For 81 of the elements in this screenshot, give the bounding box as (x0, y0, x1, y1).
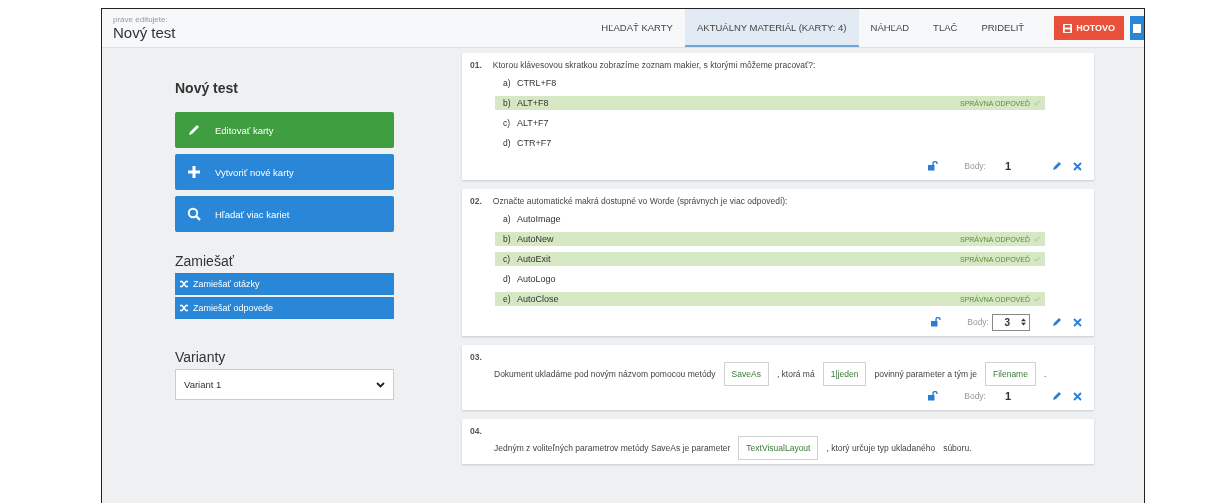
close-icon[interactable] (1073, 161, 1082, 171)
points-input[interactable]: 3 (992, 313, 1030, 331)
nav-tab[interactable]: TLAČ (921, 9, 970, 47)
option-text: AutoNew (517, 234, 555, 244)
action-button[interactable]: Editovať karty (175, 112, 394, 148)
option-text: CTRL+F8 (517, 78, 558, 88)
points-value: 1 (1003, 160, 1013, 172)
option-text: AutoClose (517, 294, 560, 304)
sentence-text: Jedným z voliteľných parametrov metódy SaveAs je parameter (494, 443, 731, 453)
nav-tab[interactable]: NÁHĽAD (858, 9, 922, 47)
option-letter: b) (503, 98, 512, 108)
question-text: Označte automatické makrá dostupné vo Worde (správnych je viac odpovedí): (492, 196, 788, 206)
unlock-icon[interactable] (931, 317, 942, 327)
option-text: AutoLogo (517, 274, 557, 284)
sentence-text: . (1043, 369, 1047, 379)
sentence-text: súboru. (943, 443, 972, 453)
variant-select[interactable]: Variant 1 (175, 369, 394, 400)
option-text: CTR+F7 (517, 138, 553, 148)
question-number: 01. (470, 60, 482, 70)
option-text: ALT+F7 (517, 118, 550, 128)
option-letter: e) (503, 294, 512, 304)
test-title: Nový test (113, 24, 177, 41)
points-label: Body: (967, 317, 989, 327)
unlock-icon[interactable] (928, 161, 939, 171)
chevron-down-icon (376, 381, 385, 388)
close-icon[interactable] (1073, 391, 1082, 401)
check-icon (1034, 100, 1040, 106)
sidebar-title: Nový test (175, 80, 240, 96)
shuffle-icon (180, 304, 189, 312)
answer-field[interactable]: TextVisualLayout (738, 436, 819, 460)
shuffle-button[interactable]: Zamiešať odpovede (175, 297, 394, 319)
question-number: 02. (470, 196, 482, 206)
shuffle-icon (180, 280, 189, 288)
sentence-text: , ktorá má (776, 369, 815, 379)
nav-tab[interactable]: HĽADAŤ KARTY (589, 9, 685, 47)
extra-button[interactable] (1130, 16, 1144, 40)
pencil-icon (187, 123, 201, 137)
option-text: ALT+F8 (517, 98, 550, 108)
spinner-arrows-icon[interactable] (1021, 318, 1026, 326)
pencil-icon[interactable] (1052, 161, 1062, 171)
option-letter: c) (503, 118, 512, 128)
check-icon (1034, 256, 1040, 262)
option-text: AutoExit (517, 254, 552, 264)
search-icon (187, 207, 201, 221)
nav-tab[interactable]: AKTUÁLNY MATERIÁL (KARTY: 4) (684, 9, 859, 47)
question-number: 03. (470, 352, 482, 362)
option-letter: c) (503, 254, 512, 264)
save-icon (1063, 23, 1073, 33)
close-icon[interactable] (1073, 317, 1082, 327)
document-icon (1133, 23, 1141, 33)
shuffle-heading: Zamiešať (175, 253, 235, 269)
answer-field[interactable]: 1|jeden (822, 362, 867, 386)
plus-icon (187, 165, 201, 179)
points-label: Body: (964, 161, 986, 171)
pencil-icon[interactable] (1052, 317, 1062, 327)
option-text: AutoImage (517, 214, 562, 224)
option-letter: d) (503, 274, 512, 284)
question-text: Ktorou klávesovou skratkou zobrazíme zoznam makier, s ktorými môžeme pracovať?: (492, 60, 816, 70)
unlock-icon[interactable] (928, 391, 939, 401)
answer-field[interactable]: Filename (984, 362, 1036, 386)
nav-tab[interactable]: PRIDELIŤ (969, 9, 1037, 47)
check-icon (1034, 236, 1040, 242)
done-button[interactable]: HOTOVO (1054, 16, 1124, 40)
sentence-text: , ktorý určuje typ ukladaného (826, 443, 936, 453)
pencil-icon[interactable] (1052, 391, 1062, 401)
option-letter: a) (503, 78, 512, 88)
shuffle-button[interactable]: Zamiešať otázky (175, 273, 394, 295)
sentence-text: povinný parameter a tým je (874, 369, 977, 379)
action-button[interactable]: Hľadať viac kariet (175, 196, 394, 232)
points-label: Body: (964, 391, 986, 401)
option-letter: d) (503, 138, 512, 148)
points-value: 1 (1003, 390, 1013, 402)
action-button[interactable]: Vytvoriť nové karty (175, 154, 394, 190)
option-letter: a) (503, 214, 512, 224)
question-number: 04. (470, 426, 482, 436)
answer-field[interactable]: SaveAs (723, 362, 769, 386)
option-letter: b) (503, 234, 512, 244)
editing-caption: práve editujete: (113, 15, 169, 24)
sentence-text: Dokument ukladáme pod novým názvom pomocou metódy (494, 369, 716, 379)
variants-heading: Varianty (175, 349, 227, 365)
check-icon (1034, 296, 1040, 302)
